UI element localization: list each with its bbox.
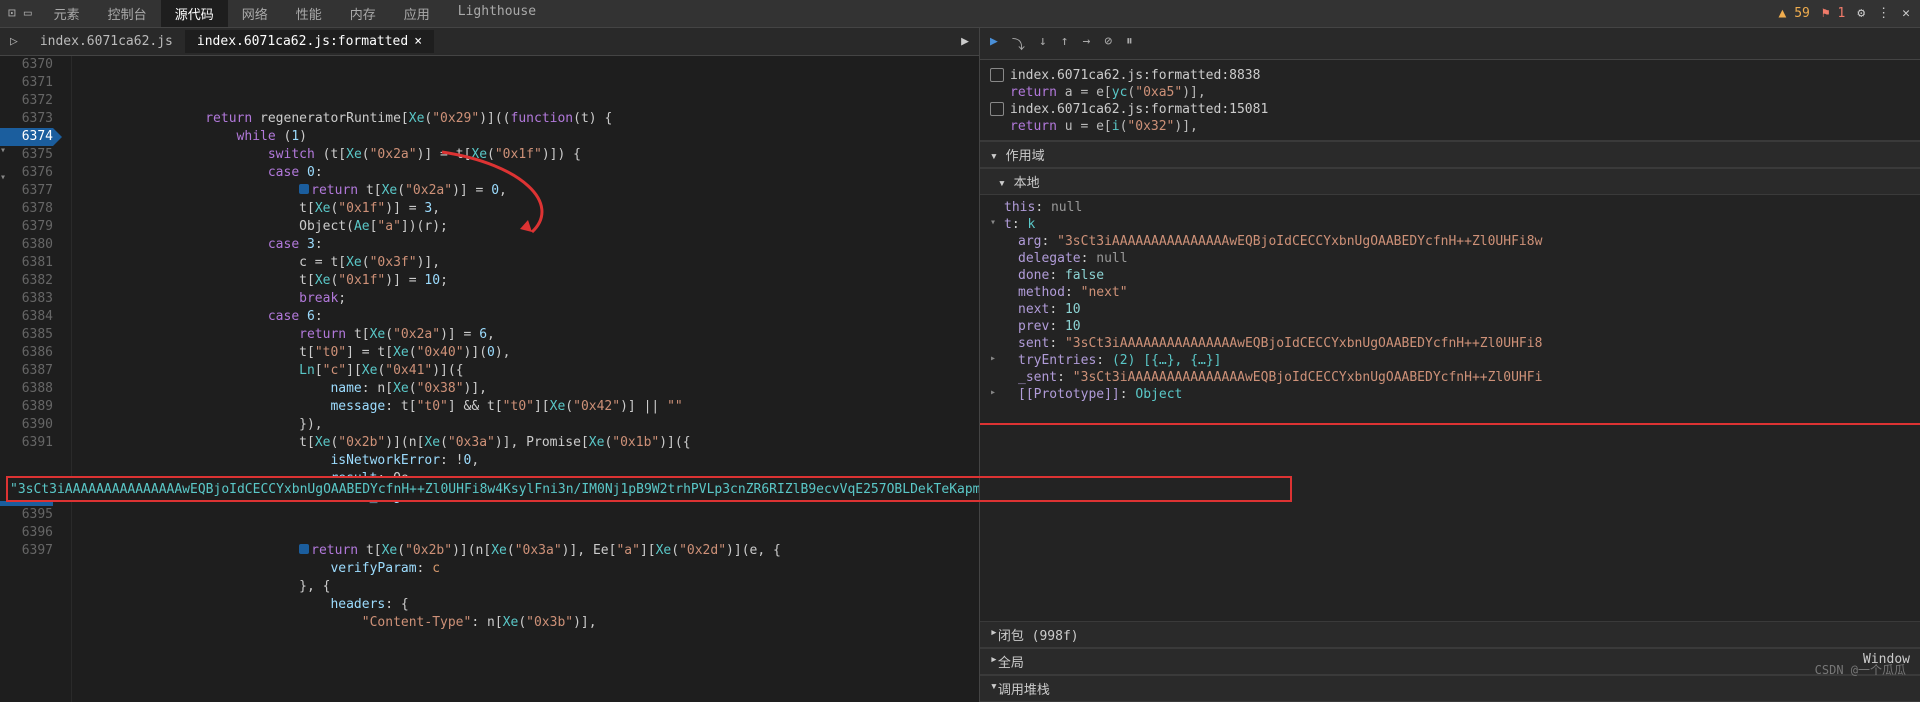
close-tab-icon[interactable]: × bbox=[414, 34, 422, 49]
panel-tab-网络[interactable]: 网络 bbox=[228, 0, 282, 27]
pause-exc-icon[interactable]: ⏸ bbox=[1126, 34, 1133, 53]
debug-toolbar: ▶ ⤵ ↓ ↑ → ⊘ ⏸ bbox=[980, 28, 1920, 60]
line-gutter[interactable]: 6370637163726373637463756376637763786379… bbox=[0, 56, 72, 702]
devtools-tabs: ⊡ ▭ 元素控制台源代码网络性能内存应用Lighthouse ▲ 59 ⚑ 1 … bbox=[0, 0, 1920, 28]
step-into-icon[interactable]: ↓ bbox=[1039, 34, 1047, 53]
warnings-badge[interactable]: ▲ 59 bbox=[1779, 6, 1810, 21]
global-header[interactable]: ▸ 全局Window bbox=[980, 648, 1920, 675]
watermark: CSDN @一个瓜瓜 bbox=[1815, 661, 1906, 678]
settings-icon[interactable]: ⚙ bbox=[1857, 6, 1865, 21]
local-scope-header[interactable]: ▾ 本地 bbox=[980, 168, 1920, 195]
breakpoint-code: return u = e[i("0x32")], bbox=[990, 119, 1910, 134]
scope-header[interactable]: ▾ 作用域 bbox=[980, 141, 1920, 168]
panel-tab-控制台[interactable]: 控制台 bbox=[94, 0, 161, 27]
panel-tab-内存[interactable]: 内存 bbox=[336, 0, 390, 27]
step-icon[interactable]: → bbox=[1083, 34, 1091, 53]
inspect-icon[interactable]: ⊡ bbox=[8, 6, 16, 21]
code-editor[interactable]: return regeneratorRuntime[Xe("0x29")]((f… bbox=[72, 56, 979, 702]
file-tabs: ▷ index.6071ca62.js index.6071ca62.js:fo… bbox=[0, 28, 979, 56]
run-icon[interactable]: ▶ bbox=[951, 34, 979, 49]
breakpoint-item[interactable]: index.6071ca62.js:formatted:8838 bbox=[990, 66, 1910, 85]
panel-tab-源代码[interactable]: 源代码 bbox=[161, 0, 228, 27]
breakpoints-list: index.6071ca62.js:formatted:8838 return … bbox=[980, 60, 1920, 141]
more-icon[interactable]: ⋮ bbox=[1877, 6, 1890, 21]
device-icon[interactable]: ▭ bbox=[24, 6, 32, 21]
file-tab[interactable]: index.6071ca62.js bbox=[28, 30, 185, 53]
callstack-header[interactable]: ▾ 调用堆栈 bbox=[980, 675, 1920, 702]
closure-header[interactable]: ▸ 闭包 (998f) bbox=[980, 621, 1920, 648]
panel-tab-性能[interactable]: 性能 bbox=[282, 0, 336, 27]
var-t[interactable]: t: k bbox=[990, 216, 1910, 233]
breakpoint-code: return a = e[yc("0xa5")], bbox=[990, 85, 1910, 100]
value-preview: "3sCt3iAAAAAAAAAAAAAAAwEQBjoIdCECCYxbnUg… bbox=[0, 478, 979, 501]
panel-tab-Lighthouse[interactable]: Lighthouse bbox=[444, 0, 550, 27]
panel-tab-元素[interactable]: 元素 bbox=[40, 0, 94, 27]
resume-icon[interactable]: ▶ bbox=[990, 34, 998, 53]
show-nav-icon[interactable]: ▷ bbox=[0, 34, 28, 49]
file-tab-active[interactable]: index.6071ca62.js:formatted× bbox=[185, 30, 434, 53]
panel-tab-应用[interactable]: 应用 bbox=[390, 0, 444, 27]
breakpoint-item[interactable]: index.6071ca62.js:formatted:15081 bbox=[990, 100, 1910, 119]
step-over-icon[interactable]: ⤵ bbox=[1012, 34, 1025, 53]
step-out-icon[interactable]: ↑ bbox=[1061, 34, 1069, 53]
close-icon[interactable]: ✕ bbox=[1902, 6, 1910, 21]
errors-badge[interactable]: ⚑ 1 bbox=[1822, 6, 1845, 21]
scope-variables: this: null t: k arg: "3sCt3iAAAAAAAAAAAA… bbox=[980, 195, 1920, 621]
deactivate-bp-icon[interactable]: ⊘ bbox=[1104, 34, 1112, 53]
